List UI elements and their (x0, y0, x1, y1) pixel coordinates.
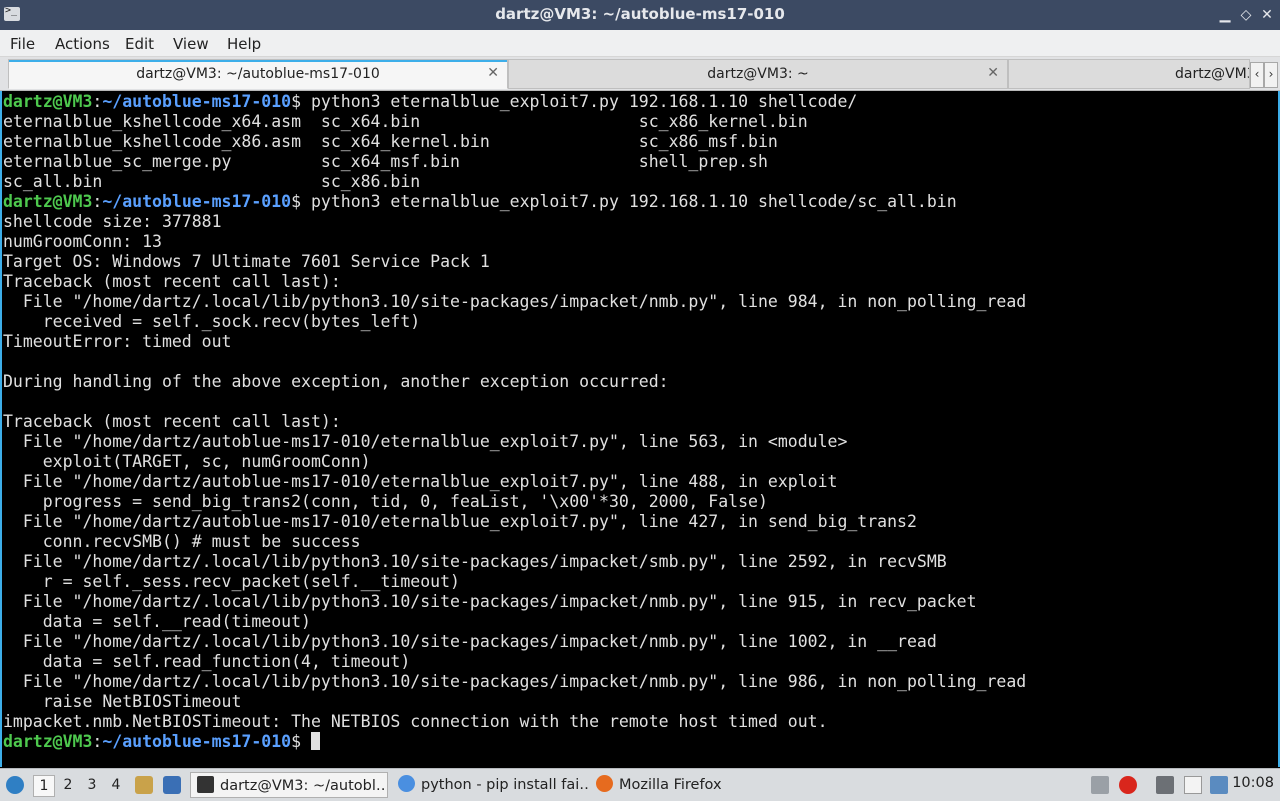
maximize-button[interactable]: ◇ (1236, 5, 1256, 25)
terminal-output: dartz@VM3:~/autoblue-ms17-010$ python3 e… (3, 92, 1027, 751)
prompt-user: dartz@VM3 (3, 732, 93, 751)
workspace-1[interactable]: 1 (33, 775, 55, 797)
minimize-button[interactable]: ▁ (1215, 5, 1235, 25)
text-cursor (310, 732, 320, 750)
close-window-button[interactable]: ✕ (1257, 5, 1277, 25)
eject-icon[interactable] (1091, 776, 1109, 794)
show-desktop-icon[interactable] (163, 776, 181, 794)
window-titlebar: dartz@VM3: ~/autoblue-ms17-010 ▁ ◇ ✕ (0, 0, 1280, 30)
workspace-2[interactable]: 2 (58, 775, 78, 795)
tab-label: dartz@VM3: ~ (1175, 66, 1249, 82)
alert-icon[interactable] (1119, 776, 1137, 794)
tab-autoblue[interactable]: dartz@VM3: ~/autoblue-ms17-010 ✕ (8, 59, 508, 89)
tab-close-icon[interactable]: ✕ (487, 65, 499, 81)
taskbar: 1 2 3 4 dartz@VM3: ~/autobl… python - pi… (0, 768, 1280, 801)
tab-home[interactable]: dartz@VM3: ~ ✕ (508, 59, 1008, 89)
firefox-icon (596, 775, 613, 792)
keyboard-icon[interactable] (1156, 776, 1174, 794)
menu-file[interactable]: File (10, 31, 35, 53)
prompt-path: ~/autoblue-ms17-010 (102, 732, 292, 751)
start-menu-icon[interactable] (6, 776, 24, 794)
task-label: dartz@VM3: ~/autobl… (220, 778, 388, 794)
task-label: python - pip install fai… (421, 777, 588, 793)
tab-home-2[interactable]: dartz@VM3: ~ (1008, 59, 1250, 89)
menu-help[interactable]: Help (227, 31, 261, 53)
task-terminal[interactable]: dartz@VM3: ~/autobl… (190, 772, 388, 798)
tab-label: dartz@VM3: ~/autoblue-ms17-010 (136, 66, 380, 82)
terminal-view[interactable]: dartz@VM3:~/autoblue-ms17-010$ python3 e… (0, 91, 1280, 767)
prompt-path: ~/autoblue-ms17-010 (102, 192, 292, 211)
tab-bar: dartz@VM3: ~/autoblue-ms17-010 ✕ dartz@V… (0, 57, 1280, 91)
menu-actions[interactable]: Actions (55, 31, 110, 53)
workspace-3[interactable]: 3 (82, 775, 102, 795)
prompt-user: dartz@VM3 (3, 192, 93, 211)
terminal-icon (197, 776, 214, 793)
tab-scroll-left-icon[interactable]: ‹ (1250, 62, 1264, 88)
tab-scroll-right-icon[interactable]: › (1264, 62, 1278, 88)
clock[interactable]: 10:08 (1232, 775, 1274, 791)
network-icon[interactable] (1210, 776, 1228, 794)
file-manager-icon[interactable] (135, 776, 153, 794)
menu-bar: File Actions Edit View Help (0, 30, 1280, 57)
prompt-path: ~/autoblue-ms17-010 (102, 92, 292, 111)
task-chromium[interactable]: python - pip install fai… (392, 772, 588, 798)
window-title: dartz@VM3: ~/autoblue-ms17-010 (495, 5, 785, 23)
tab-close-icon[interactable]: ✕ (987, 65, 999, 81)
chromium-icon (398, 775, 415, 792)
prompt-user: dartz@VM3 (3, 92, 93, 111)
workspace-4[interactable]: 4 (106, 775, 126, 795)
clipboard-icon[interactable] (1184, 776, 1202, 794)
tab-label: dartz@VM3: ~ (707, 66, 809, 82)
task-firefox[interactable]: Mozilla Firefox (590, 772, 740, 798)
menu-view[interactable]: View (173, 31, 209, 53)
menu-edit[interactable]: Edit (125, 31, 154, 53)
task-label: Mozilla Firefox (619, 777, 722, 793)
